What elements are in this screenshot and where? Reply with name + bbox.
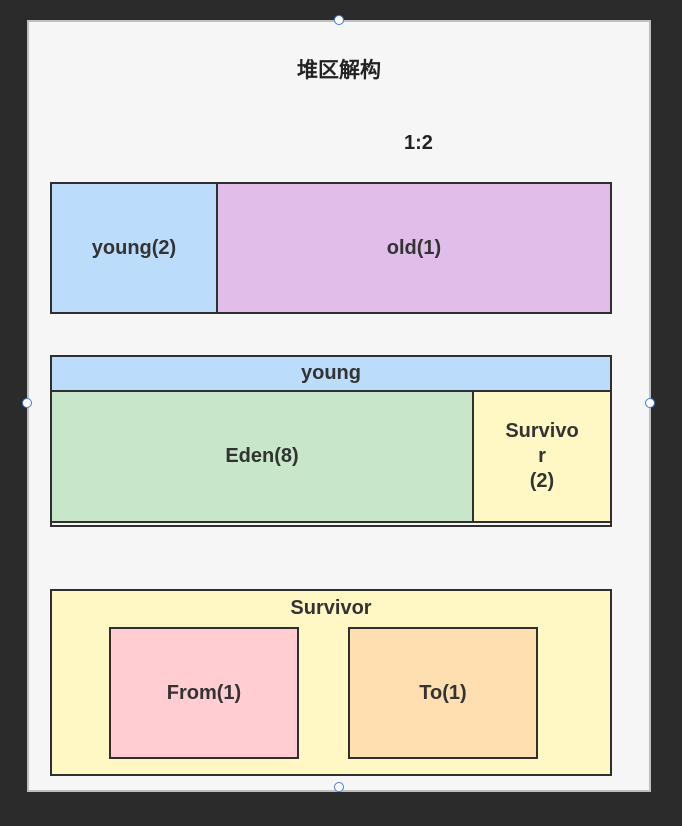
young-container[interactable]: young Eden(8) Survivo r (2): [50, 355, 612, 527]
eden-box[interactable]: Eden(8): [50, 390, 474, 523]
young-header: young: [52, 357, 610, 392]
diagram-title: 堆区解构: [297, 58, 381, 82]
from-box[interactable]: From(1): [109, 627, 299, 759]
selection-handle-bottom[interactable]: [334, 782, 344, 792]
ratio-label: 1:2: [404, 132, 433, 154]
survivor-container[interactable]: Survivor From(1) To(1): [50, 589, 612, 776]
diagram-canvas: 堆区解构 1:2 young(2) old(1) young Eden(8) S…: [27, 20, 651, 792]
selection-handle-left[interactable]: [22, 398, 32, 408]
survivor-box[interactable]: Survivo r (2): [472, 390, 612, 523]
survivor-header: Survivor: [290, 596, 372, 619]
selection-handle-top[interactable]: [334, 15, 344, 25]
to-box[interactable]: To(1): [348, 627, 538, 759]
young-box[interactable]: young(2): [50, 182, 218, 314]
old-box[interactable]: old(1): [216, 182, 612, 314]
selection-handle-right[interactable]: [645, 398, 655, 408]
